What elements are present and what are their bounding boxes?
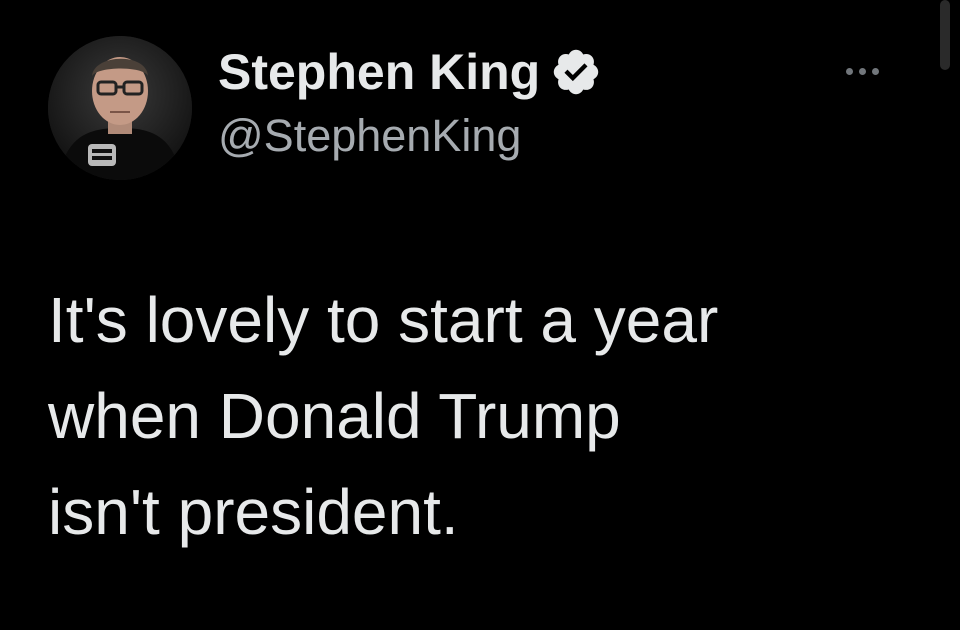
author-info: Stephen King @StephenKing	[218, 40, 602, 162]
scrollbar[interactable]	[940, 0, 950, 70]
dot	[858, 67, 866, 75]
tweet-text: It's lovely to start a year when Donald …	[48, 284, 719, 548]
avatar-photo-icon	[48, 36, 192, 180]
user-handle[interactable]: @StephenKing	[218, 110, 602, 162]
name-row: Stephen King	[218, 40, 602, 104]
verified-badge-icon	[550, 46, 602, 98]
dot	[845, 67, 853, 75]
more-options-icon[interactable]	[832, 56, 892, 86]
avatar[interactable]	[48, 36, 192, 180]
display-name[interactable]: Stephen King	[218, 43, 540, 101]
tweet-card: Stephen King @StephenKing It's lovely to…	[0, 0, 960, 630]
dot	[871, 67, 879, 75]
